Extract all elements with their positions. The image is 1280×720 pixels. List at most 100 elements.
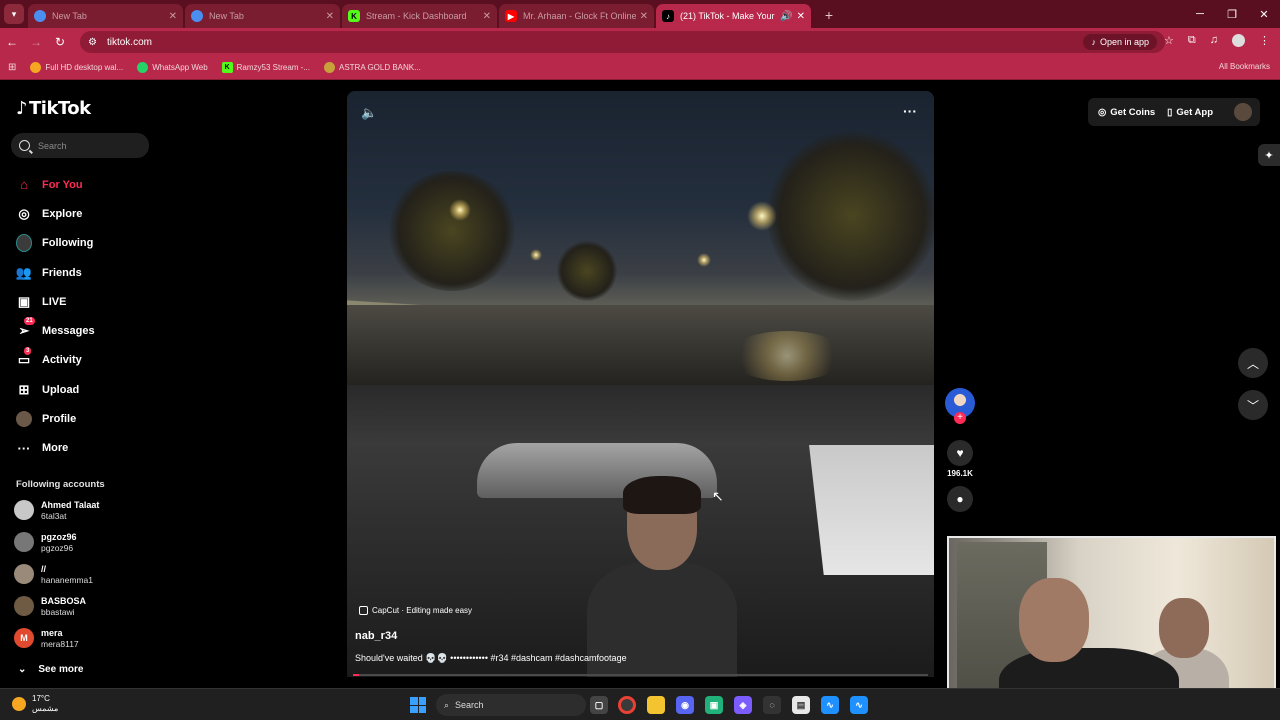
new-tab-button[interactable]: + <box>819 5 839 25</box>
nav-for-you[interactable]: ⌂ For You <box>16 170 95 199</box>
see-more-button[interactable]: ⌄ See more <box>18 664 83 675</box>
chrome-icon <box>191 10 203 22</box>
nav-explore[interactable]: ◎ Explore <box>16 199 95 228</box>
follow-plus-icon[interactable]: + <box>954 412 966 424</box>
side-window <box>809 445 934 575</box>
previous-video-button[interactable]: ︿ <box>1238 348 1268 378</box>
bookmark-item[interactable]: K Ramzy53 Stream -... <box>221 62 310 73</box>
extensions-icon[interactable]: ⧉ <box>1188 34 1196 47</box>
bookmark-item[interactable]: WhatsApp Web <box>137 62 208 73</box>
tab-title: New Tab <box>52 11 87 21</box>
app-icon[interactable]: ◌ <box>763 696 781 714</box>
close-icon[interactable]: ✕ <box>797 11 805 22</box>
tab-title: New Tab <box>209 11 244 21</box>
profile-avatar[interactable] <box>1232 34 1245 47</box>
omnibox[interactable]: ⚙ tiktok.com ♪ Open in app <box>80 31 1165 53</box>
nav-friends[interactable]: 👥 Friends <box>16 258 95 287</box>
app-icon[interactable]: ▣ <box>705 696 723 714</box>
media-controls-icon[interactable]: ♫ <box>1210 34 1218 47</box>
nav-profile[interactable]: Profile <box>16 404 95 433</box>
app-icon[interactable]: ∿ <box>821 696 839 714</box>
following-account[interactable]: BASBOSA bbastawi <box>14 590 86 622</box>
reload-icon[interactable]: ↻ <box>48 35 72 49</box>
nav-upload[interactable]: ⊞ Upload <box>16 375 95 404</box>
url-text[interactable]: tiktok.com <box>107 37 152 48</box>
tab-search-button[interactable]: ▾ <box>4 4 24 24</box>
following-account[interactable]: pgzoz96 pgzoz96 <box>14 526 77 558</box>
logo-text: TikTok <box>29 98 91 119</box>
browser-tab[interactable]: ▶ Mr. Arhaan - Glock Ft Online C... ✕ <box>499 4 654 28</box>
nav-activity[interactable]: ▭ 3 Activity <box>16 346 95 375</box>
street-lamp <box>697 253 711 267</box>
site-info-icon[interactable]: ⚙ <box>88 37 97 48</box>
all-bookmarks-button[interactable]: All Bookmarks <box>1219 62 1270 71</box>
browser-tab-active[interactable]: ♪ (21) TikTok - Make Your Day 🔊 ✕ <box>656 4 811 28</box>
get-coins-button[interactable]: ◎ Get Coins <box>1098 107 1155 118</box>
task-view-icon[interactable]: ▢ <box>590 696 608 714</box>
get-app-button[interactable]: ▯ Get App <box>1167 107 1213 118</box>
close-icon[interactable]: ✕ <box>483 11 491 22</box>
discord-icon[interactable]: ◉ <box>676 696 694 714</box>
following-account[interactable]: M mera mera8117 <box>14 622 79 654</box>
close-icon[interactable]: ✕ <box>326 11 334 22</box>
restore-icon[interactable]: ❐ <box>1216 0 1248 28</box>
avatar: M <box>14 628 34 648</box>
nav-more[interactable]: ··· More <box>16 434 95 463</box>
cabin-view <box>347 385 934 677</box>
bookmark-item[interactable]: ASTRA GOLD BANK... <box>324 62 421 73</box>
close-icon[interactable]: ✕ <box>169 11 177 22</box>
following-account[interactable]: Ahmed Talaat 6tal3at <box>14 494 99 526</box>
back-icon[interactable]: ← <box>0 35 24 49</box>
open-in-app-button[interactable]: ♪ Open in app <box>1083 34 1157 50</box>
sparkle-icon[interactable]: ✦ <box>1258 144 1280 166</box>
nav-messages[interactable]: ➢ 21 Messages <box>16 316 95 345</box>
browser-tab[interactable]: K Stream - Kick Dashboard ✕ <box>342 4 497 28</box>
bookmark-item[interactable]: Full HD desktop wal... <box>30 62 123 73</box>
volume-icon[interactable]: 🔈 <box>361 105 377 121</box>
nav-following[interactable]: Following <box>16 229 95 258</box>
video-player[interactable]: 🔈 ··· CapCut · Editing made easy nab_r34… <box>347 91 934 677</box>
heart-icon: ♥ <box>956 446 964 460</box>
account-name: Ahmed Talaat <box>41 499 100 510</box>
video-progress-bar[interactable] <box>353 674 928 676</box>
like-button[interactable]: ♥ <box>947 440 973 466</box>
capcut-icon <box>359 606 368 615</box>
apps-grid-icon[interactable]: ⊞ <box>8 62 16 73</box>
bookmark-star-icon[interactable]: ☆ <box>1164 34 1174 47</box>
nav-label: More <box>42 442 69 455</box>
app-icon[interactable]: ◈ <box>734 696 752 714</box>
browser-tab[interactable]: New Tab ✕ <box>28 4 183 28</box>
windows-start-icon[interactable] <box>410 697 426 713</box>
capcut-tag[interactable]: CapCut · Editing made easy <box>359 606 472 615</box>
search-input[interactable]: Search <box>11 133 149 158</box>
account-handle: mera8117 <box>41 638 79 649</box>
app-icon[interactable]: ∿ <box>850 696 868 714</box>
creator-avatar[interactable]: + <box>945 388 975 424</box>
forward-icon[interactable]: → <box>24 35 48 49</box>
user-avatar[interactable] <box>1234 103 1252 121</box>
weather-widget[interactable]: 17°C مشمس <box>12 694 58 714</box>
following-account[interactable]: //hananemma1 <box>14 558 93 590</box>
chrome-icon[interactable] <box>618 696 636 714</box>
notepad-icon[interactable]: ▤ <box>792 696 810 714</box>
chevron-down-icon: ﹀ <box>1246 398 1259 413</box>
nav-live[interactable]: ▣ LIVE <box>16 287 95 316</box>
file-explorer-icon[interactable] <box>647 696 665 714</box>
comment-button[interactable]: ● <box>947 486 973 512</box>
nav-label: LIVE <box>42 295 67 308</box>
close-icon[interactable]: ✕ <box>640 11 648 22</box>
next-video-button[interactable]: ﹀ <box>1238 390 1268 420</box>
menu-kebab-icon[interactable]: ⋮ <box>1259 34 1270 47</box>
browser-tab-strip: ▾ New Tab ✕ New Tab ✕ K Stream - Kick Da… <box>0 0 1280 28</box>
chevron-down-icon: ⌄ <box>18 664 27 675</box>
more-options-icon[interactable]: ··· <box>903 103 917 119</box>
speaker-icon[interactable]: 🔊 <box>780 11 792 22</box>
tree <box>767 131 934 301</box>
tiktok-logo[interactable]: ♪ TikTok <box>16 98 91 119</box>
nav-label: Messages <box>42 325 95 338</box>
close-window-icon[interactable]: ✕ <box>1248 0 1280 28</box>
minimize-icon[interactable]: ─ <box>1184 0 1216 28</box>
video-username[interactable]: nab_r34 <box>355 630 397 642</box>
taskbar-search[interactable]: ⌕ Search <box>436 694 586 716</box>
browser-tab[interactable]: New Tab ✕ <box>185 4 340 28</box>
